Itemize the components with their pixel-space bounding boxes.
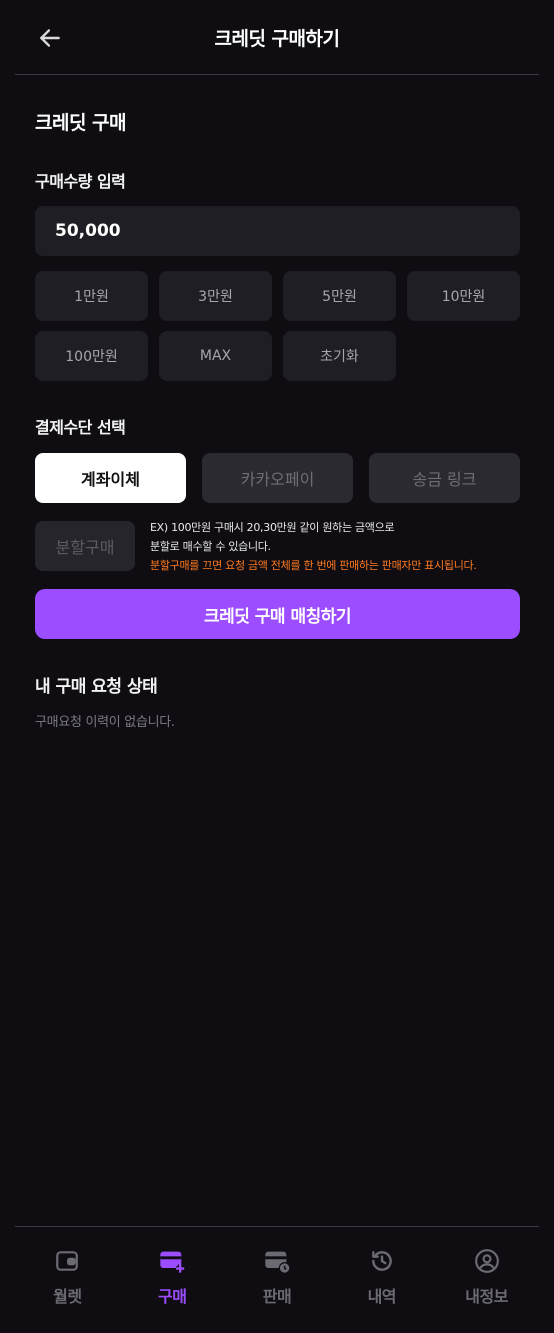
user-circle-icon (473, 1247, 501, 1275)
quick-amount-50k-button[interactable]: 5만원 (283, 271, 396, 321)
card-clock-icon (263, 1247, 291, 1275)
page-title: 크레딧 구매하기 (214, 28, 340, 50)
tab-sell-label: 판매 (262, 1287, 292, 1306)
payment-transfer-link-button[interactable]: 송금 링크 (369, 453, 520, 503)
reset-button[interactable]: 초기화 (283, 331, 396, 381)
tab-wallet[interactable]: 월렛 (15, 1227, 120, 1333)
split-note-warning: 분할구매를 끄면 요청 금액 전체를 한 번에 판매하는 판매자만 표시됩니다. (150, 559, 477, 572)
quantity-label: 구매수량 입력 (35, 172, 126, 191)
quick-amount-10k-button[interactable]: 1만원 (35, 271, 148, 321)
max-button[interactable]: MAX (159, 331, 272, 381)
wallet-icon (53, 1247, 81, 1275)
split-purchase-toggle[interactable]: 분할구매 (35, 521, 135, 571)
tab-buy[interactable]: 구매 (120, 1227, 225, 1333)
card-plus-icon (158, 1247, 186, 1275)
bottom-tab-bar: 월렛 구매 판매 내역 내정보 (15, 1227, 539, 1333)
quick-amount-30k-button[interactable]: 3만원 (159, 271, 272, 321)
split-purchase-note: EX) 100만원 구매시 20,30만원 같이 원하는 금액으로 분할로 매수… (150, 518, 520, 575)
quick-amount-100k-button[interactable]: 10만원 (407, 271, 520, 321)
quick-amount-1m-button[interactable]: 100만원 (35, 331, 148, 381)
request-status-title: 내 구매 요청 상태 (35, 677, 158, 697)
tab-history-label: 내역 (367, 1287, 397, 1306)
purchase-section-title: 크레딧 구매 (35, 112, 127, 134)
credit-match-button[interactable]: 크레딧 구매 매칭하기 (35, 589, 520, 639)
tab-sell[interactable]: 판매 (225, 1227, 330, 1333)
history-icon (368, 1247, 396, 1275)
empty-history-text: 구매요청 이력이 없습니다. (35, 715, 175, 730)
split-note-line-1: EX) 100만원 구매시 20,30만원 같이 원하는 금액으로 (150, 521, 395, 534)
payment-bank-transfer-button[interactable]: 계좌이체 (35, 453, 186, 503)
split-note-line-2: 분할로 매수할 수 있습니다. (150, 540, 271, 553)
quantity-input[interactable] (35, 206, 520, 256)
payment-method-label: 결제수단 선택 (35, 418, 126, 437)
tab-wallet-label: 월렛 (53, 1287, 82, 1306)
tab-profile-label: 내정보 (465, 1287, 508, 1306)
tab-history[interactable]: 내역 (329, 1227, 434, 1333)
app-header: 크레딧 구매하기 (0, 0, 554, 74)
payment-kakaopay-button[interactable]: 카카오페이 (202, 453, 353, 503)
tab-profile[interactable]: 내정보 (434, 1227, 539, 1333)
tab-buy-label: 구매 (157, 1287, 187, 1306)
header-divider (15, 74, 539, 75)
